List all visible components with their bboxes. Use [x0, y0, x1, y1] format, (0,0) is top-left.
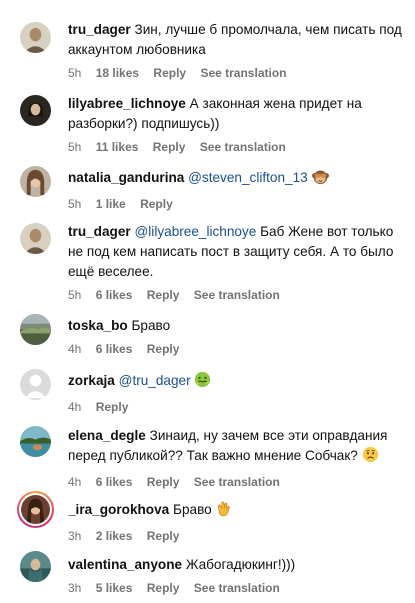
see-no-evil-monkey-icon [311, 168, 329, 191]
comment-time: 4h [68, 475, 82, 489]
comment-meta: 5h 18 likes Reply See translation [68, 66, 403, 80]
comment-time: 3h [68, 581, 82, 595]
comment-meta: 5h 6 likes Reply See translation [68, 288, 403, 302]
comment-meta: 5h 1 like Reply [68, 197, 403, 211]
reply-button[interactable]: Reply [147, 288, 180, 302]
comment-text: natalia_gandurina @steven_clifton_13 [68, 168, 403, 191]
comment-text: tru_dager @lilyabree_lichnoye Баб Жене в… [68, 222, 403, 282]
see-translation-link[interactable]: See translation [200, 66, 286, 80]
comment-meta: 4h 6 likes Reply See translation [68, 475, 403, 489]
avatar[interactable] [17, 491, 54, 528]
likes-count[interactable]: 18 likes [96, 66, 139, 80]
likes-count[interactable]: 1 like [96, 197, 126, 211]
see-translation-link[interactable]: See translation [194, 475, 280, 489]
comment-time: 5h [68, 288, 82, 302]
likes-count[interactable]: 11 likes [96, 140, 139, 154]
comment-time: 4h [68, 400, 82, 414]
comment-text: zorkaja @tru_dager [68, 371, 403, 394]
comment-body: Браво [131, 318, 171, 333]
story-ring [19, 493, 52, 526]
comment-time: 4h [68, 342, 82, 356]
comment-text: elena_degle Зинаид, ну зачем все эти опр… [68, 426, 403, 469]
comment-meta: 5h 11 likes Reply See translation [68, 140, 403, 154]
avatar[interactable] [20, 314, 51, 345]
reply-button[interactable]: Reply [147, 529, 180, 543]
comment-username[interactable]: valentina_anyone [68, 557, 182, 572]
mention-link[interactable]: @steven_clifton_13 [188, 170, 308, 185]
likes-count[interactable]: 6 likes [96, 342, 133, 356]
comment-meta: 4h Reply [68, 400, 403, 414]
comment-body: Браво [173, 502, 212, 517]
likes-count[interactable]: 5 likes [96, 581, 133, 595]
comment-time: 5h [68, 197, 82, 211]
reply-button[interactable]: Reply [153, 140, 186, 154]
mention-link[interactable]: @tru_dager [119, 373, 191, 388]
clapping-hands-icon [215, 500, 232, 523]
comment-username[interactable]: toska_bo [68, 318, 128, 333]
see-translation-link[interactable]: See translation [200, 140, 286, 154]
comment-username[interactable]: _ira_gorokhova [68, 502, 169, 517]
likes-count[interactable]: 2 likes [96, 529, 133, 543]
avatar[interactable] [20, 22, 51, 53]
comment-body: Жабогадюкинг!))) [185, 557, 296, 572]
see-translation-link[interactable]: See translation [194, 288, 280, 302]
comment-username[interactable]: natalia_gandurina [68, 170, 184, 185]
comment-username[interactable]: elena_degle [68, 428, 146, 443]
avatar[interactable] [20, 95, 51, 126]
comment-meta: 3h 2 likes Reply [68, 529, 403, 543]
comment-username[interactable]: lilyabree_lichnoye [68, 96, 186, 111]
comment-username[interactable]: zorkaja [68, 373, 115, 388]
comment-meta: 3h 5 likes Reply See translation [68, 581, 403, 595]
avatar[interactable] [20, 426, 51, 457]
comment-time: 3h [68, 529, 82, 543]
reply-button[interactable]: Reply [147, 581, 180, 595]
likes-count[interactable]: 6 likes [96, 288, 133, 302]
reply-button[interactable]: Reply [147, 475, 180, 489]
see-translation-link[interactable]: See translation [194, 581, 280, 595]
comment-username[interactable]: tru_dager [68, 224, 131, 239]
avatar[interactable] [20, 369, 51, 400]
comment-username[interactable]: tru_dager [68, 22, 131, 37]
mention-link[interactable]: @lilyabree_lichnoye [134, 224, 256, 239]
nauseated-face-icon [194, 371, 211, 394]
comment-time: 5h [68, 66, 82, 80]
avatar[interactable] [20, 223, 51, 254]
avatar[interactable] [20, 166, 51, 197]
reply-button[interactable]: Reply [153, 66, 186, 80]
comment-time: 5h [68, 140, 82, 154]
reply-button[interactable]: Reply [140, 197, 173, 211]
comment-text: toska_bo Браво [68, 316, 403, 336]
worried-face-icon [362, 446, 379, 469]
comment-meta: 4h 6 likes Reply [68, 342, 403, 356]
reply-button[interactable]: Reply [96, 400, 129, 414]
avatar[interactable] [20, 551, 51, 582]
comment-text: lilyabree_lichnoye А законная жена приде… [68, 94, 403, 134]
reply-button[interactable]: Reply [147, 342, 180, 356]
comment-text: tru_dager Зин, лучше б промолчала, чем п… [68, 20, 403, 60]
likes-count[interactable]: 6 likes [96, 475, 133, 489]
comment-text: _ira_gorokhova Браво [68, 500, 403, 523]
comment-text: valentina_anyone Жабогадюкинг!))) [68, 555, 403, 575]
